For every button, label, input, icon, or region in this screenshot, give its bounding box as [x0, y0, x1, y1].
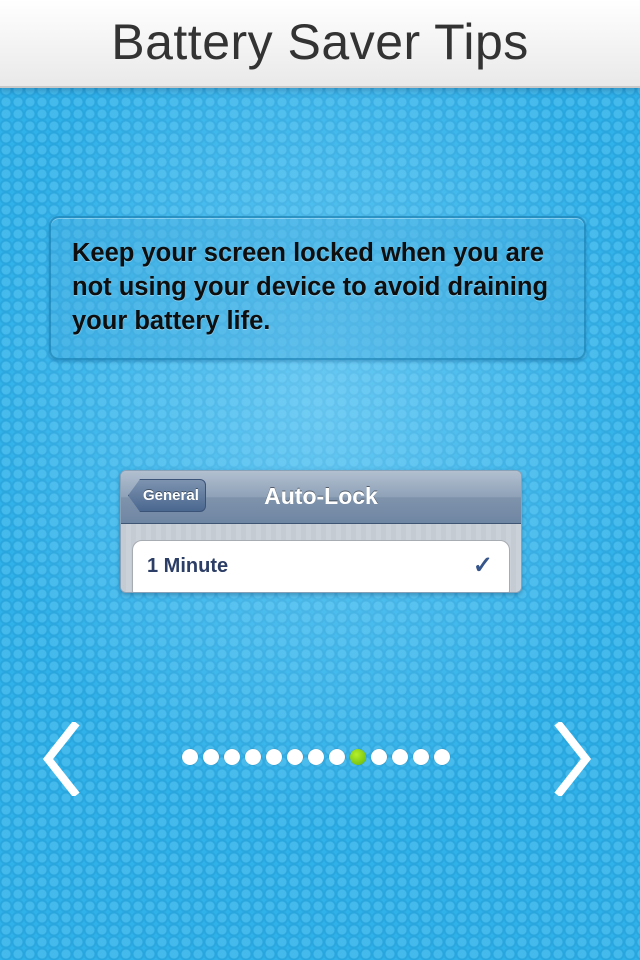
illustration-nav-title: Auto-Lock [264, 483, 378, 509]
page-dot[interactable] [224, 749, 240, 765]
page-dot[interactable] [413, 749, 429, 765]
tip-box: Keep your screen locked when you are not… [49, 216, 586, 360]
page-dot[interactable] [392, 749, 408, 765]
tip-text: Keep your screen locked when you are not… [72, 239, 549, 335]
page-title: Battery Saver Tips [111, 14, 529, 70]
chevron-left-icon [42, 722, 80, 796]
previous-button[interactable] [40, 722, 80, 796]
illustration-table: 1 Minute ✓ [121, 524, 521, 592]
page-dot[interactable] [287, 749, 303, 765]
auto-lock-illustration: General Auto-Lock 1 Minute ✓ [120, 470, 522, 593]
page-dot[interactable] [182, 749, 198, 765]
page-dot[interactable] [308, 749, 324, 765]
page-dot-active[interactable] [350, 749, 366, 765]
chevron-right-icon [554, 722, 592, 796]
page-dot[interactable] [434, 749, 450, 765]
checkmark-icon: ✓ [472, 552, 493, 579]
illustration-table-cell: 1 Minute ✓ [132, 540, 510, 592]
page-dot[interactable] [245, 749, 261, 765]
page-indicator[interactable] [182, 749, 450, 765]
page-dot[interactable] [329, 749, 345, 765]
header-bar: Battery Saver Tips [0, 0, 640, 88]
page-dot[interactable] [371, 749, 387, 765]
illustration-option-label: 1 Minute [147, 555, 229, 577]
page-dot[interactable] [203, 749, 219, 765]
page-dot[interactable] [266, 749, 282, 765]
next-button[interactable] [554, 722, 594, 796]
illustration-nav-bar: General Auto-Lock [121, 471, 521, 524]
